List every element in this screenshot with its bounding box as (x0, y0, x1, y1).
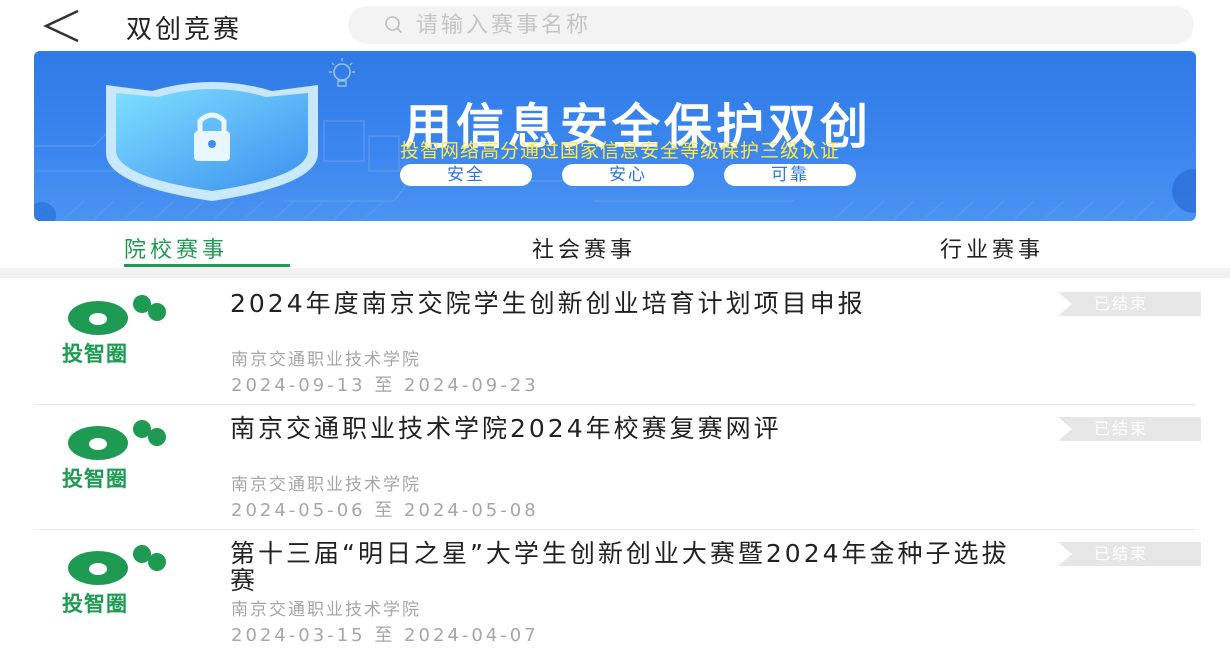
event-organizer: 南京交通职业技术学院 (231, 600, 421, 620)
banner-pill-safe: 安全 (400, 164, 532, 186)
event-date-range: 2024-09-13 至 2024-09-23 (231, 375, 539, 396)
banner-pill-reliable: 可靠 (724, 164, 856, 186)
event-organizer: 南京交通职业技术学院 (231, 350, 421, 370)
event-date-range: 2024-05-06 至 2024-05-08 (231, 500, 539, 521)
section-divider (0, 268, 1230, 278)
status-badge: 已结束 (1058, 292, 1201, 316)
status-badge: 已结束 (1058, 417, 1201, 441)
promo-banner[interactable]: 用信息安全保护双创 投智网络高分通过国家信息安全等级保护三级认证 安全 安心 可… (34, 51, 1196, 221)
status-text: 已结束 (1094, 294, 1149, 313)
status-text: 已结束 (1094, 544, 1149, 563)
shield-lock-icon (106, 82, 318, 201)
page-title: 双创竞赛 (126, 15, 243, 45)
banner-pill-assured: 安心 (562, 164, 694, 186)
event-organizer: 南京交通职业技术学院 (231, 475, 421, 495)
logo-text: 投智圈 (62, 592, 128, 616)
list-item[interactable]: 投智圈 南京交通职业技术学院2024年校赛复赛网评 南京交通职业技术学院 202… (0, 405, 1230, 529)
event-title: 第十三届“明日之星”大学生创新创业大赛暨2024年金种子选拔赛 (230, 539, 1010, 595)
event-title: 南京交通职业技术学院2024年校赛复赛网评 (230, 414, 782, 443)
status-text: 已结束 (1094, 419, 1149, 438)
tab-college-events[interactable]: 院校赛事 (124, 232, 228, 264)
category-tabs: 院校赛事 社会赛事 行业赛事 (0, 222, 1230, 268)
search-input[interactable] (414, 11, 1178, 39)
search-icon (385, 16, 403, 34)
logo-text: 投智圈 (62, 342, 128, 366)
status-badge: 已结束 (1058, 542, 1201, 566)
list-item[interactable]: 投智圈 2024年度南京交院学生创新创业培育计划项目申报 南京交通职业技术学院 … (0, 280, 1230, 404)
top-bar: 双创竞赛 (0, 0, 1230, 50)
search-bar[interactable] (348, 6, 1194, 44)
logo-text: 投智圈 (62, 467, 128, 491)
event-date-range: 2024-03-15 至 2024-04-07 (231, 625, 539, 646)
chevron-left-icon (43, 9, 79, 43)
tab-industry-events[interactable]: 行业赛事 (940, 232, 1044, 264)
tab-social-events[interactable]: 社会赛事 (532, 232, 636, 264)
banner-subline: 投智网络高分通过国家信息安全等级保护三级认证 (400, 140, 841, 162)
back-button[interactable] (40, 8, 84, 44)
list-item[interactable]: 投智圈 第十三届“明日之星”大学生创新创业大赛暨2024年金种子选拔赛 南京交通… (0, 530, 1230, 654)
event-title: 2024年度南京交院学生创新创业培育计划项目申报 (230, 289, 866, 318)
active-tab-indicator (124, 264, 290, 267)
